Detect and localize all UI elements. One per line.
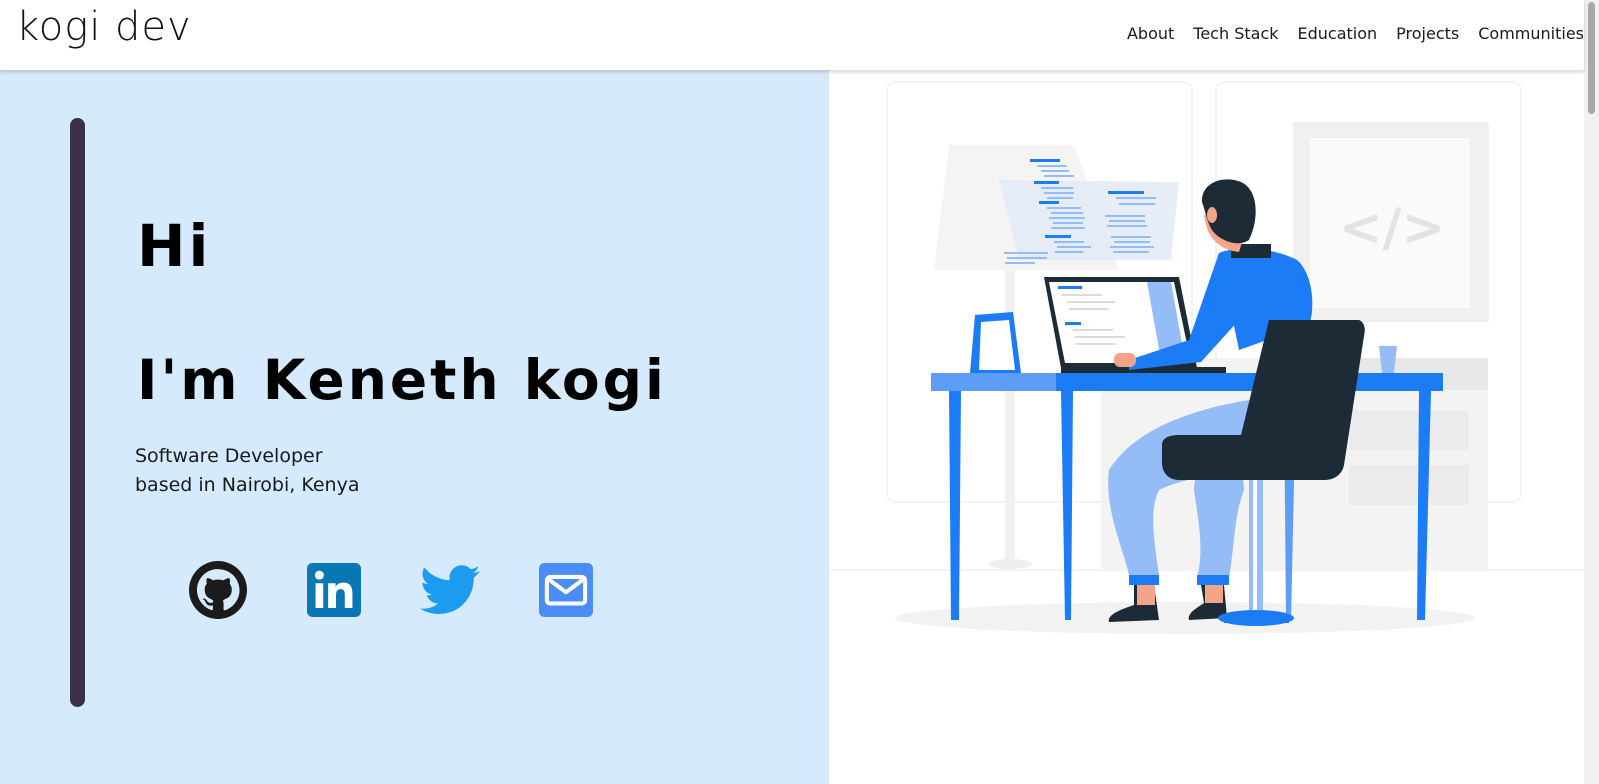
nav-link-communities[interactable]: Communities: [1478, 24, 1584, 43]
hero-illustration-panel: </>: [829, 70, 1584, 784]
github-icon: [189, 561, 247, 619]
hero-greeting: Hi: [137, 212, 212, 280]
code-symbol: </>: [1339, 198, 1445, 258]
twitter-link[interactable]: [420, 560, 480, 620]
hero-tagline: Software Developer based in Nairobi, Ken…: [135, 442, 359, 500]
nav-link-tech-stack[interactable]: Tech Stack: [1193, 24, 1278, 43]
accent-bar: [70, 118, 85, 707]
brand-logo[interactable]: kogi dev: [16, 4, 192, 50]
svg-text:</>: </>: [1339, 198, 1445, 258]
page-scrollbar[interactable]: [1584, 0, 1599, 784]
nav-link-about[interactable]: About: [1127, 24, 1174, 43]
nav-link-projects[interactable]: Projects: [1396, 24, 1459, 43]
linkedin-icon: [307, 563, 361, 617]
scrollbar-thumb[interactable]: [1588, 2, 1595, 114]
twitter-icon: [420, 565, 480, 614]
tagline-role: Software Developer: [135, 445, 323, 467]
email-icon: [539, 563, 593, 617]
tagline-location: based in Nairobi, Kenya: [135, 474, 360, 496]
github-link[interactable]: [188, 560, 248, 620]
hero-name: I'm Keneth kogi: [137, 348, 667, 412]
navbar: kogi dev About Tech Stack Education Proj…: [0, 0, 1584, 70]
developer-illustration: </>: [829, 81, 1584, 634]
email-link[interactable]: [536, 560, 596, 620]
hero-intro-panel: Hi I'm Keneth kogi Software Developer ba…: [0, 70, 829, 784]
nav-links: About Tech Stack Education Projects Comm…: [1108, 24, 1584, 43]
linkedin-link[interactable]: [304, 560, 364, 620]
nav-link-education[interactable]: Education: [1298, 24, 1378, 43]
